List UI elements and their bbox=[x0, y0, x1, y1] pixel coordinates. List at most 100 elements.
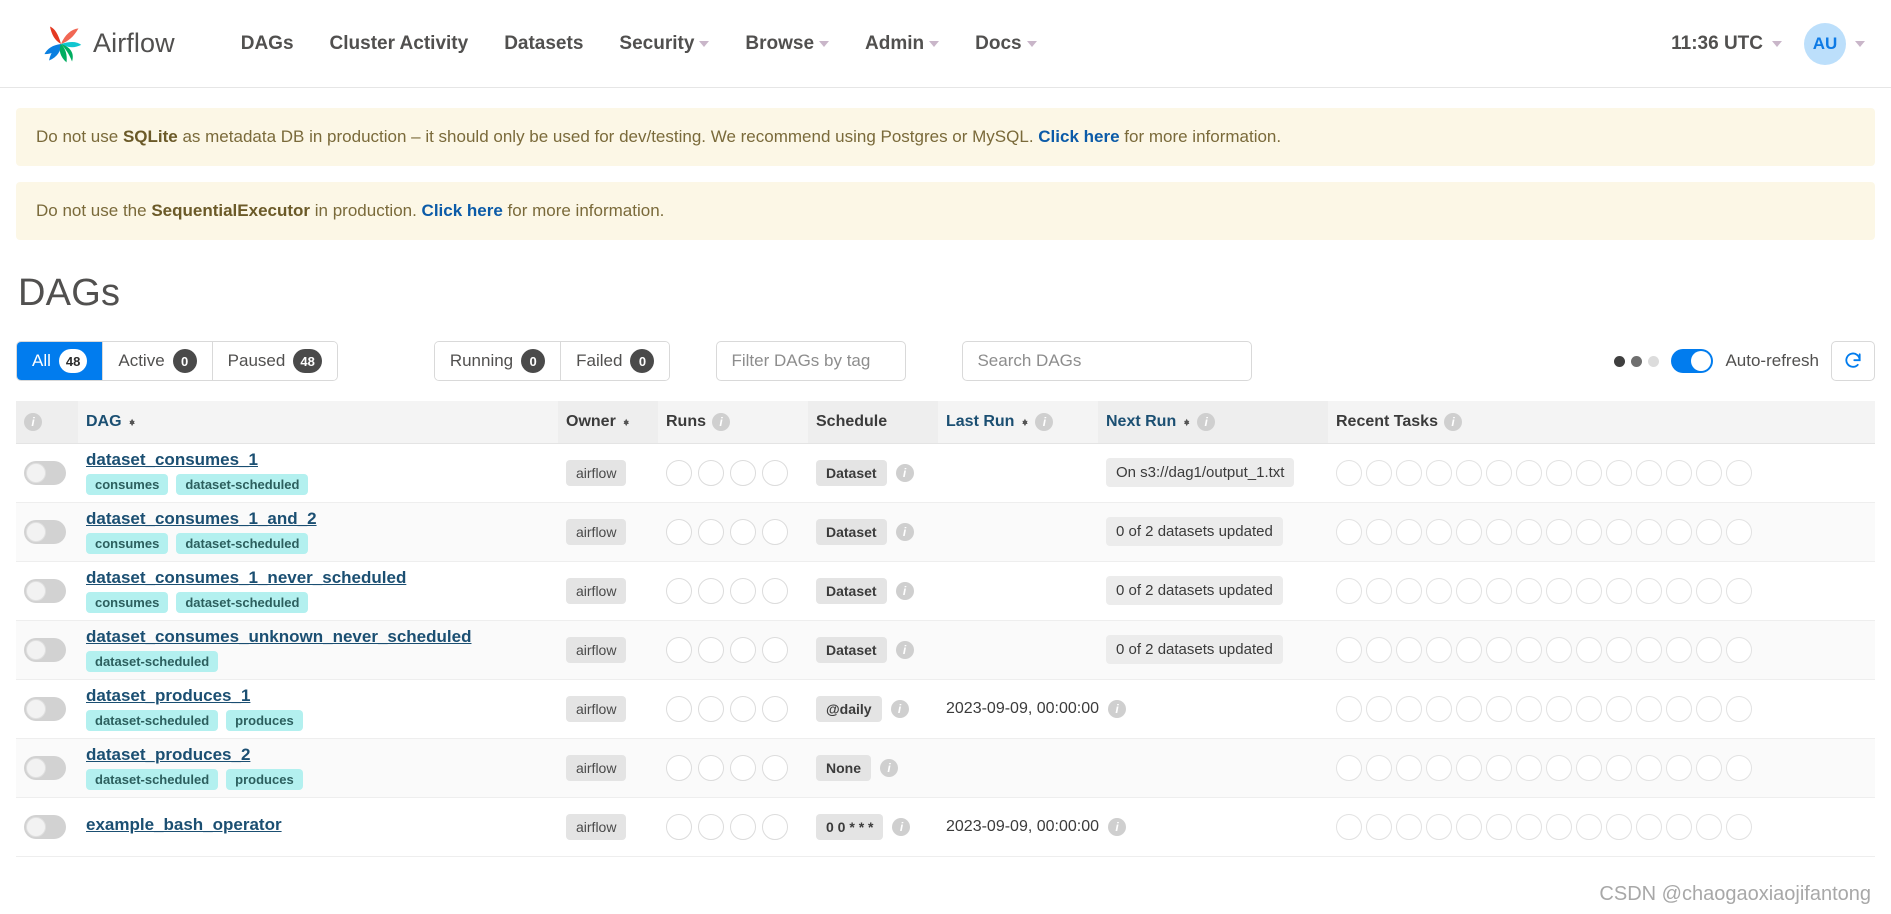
recent-task-circle[interactable] bbox=[1576, 754, 1602, 781]
filter-paused-button[interactable]: Paused 48 bbox=[212, 342, 337, 380]
recent-task-circle[interactable] bbox=[1606, 518, 1632, 545]
alert-link[interactable]: Click here bbox=[422, 201, 503, 220]
brand-home-link[interactable]: Airflow bbox=[38, 21, 175, 67]
dag-link[interactable]: dataset_consumes_1 bbox=[86, 450, 550, 470]
nav-item-admin[interactable]: Admin bbox=[847, 23, 957, 65]
recent-task-circle[interactable] bbox=[1456, 695, 1482, 722]
run-status-circle[interactable] bbox=[762, 695, 788, 722]
recent-task-circle[interactable] bbox=[1696, 577, 1722, 604]
recent-task-circle[interactable] bbox=[1336, 695, 1362, 722]
run-status-circle[interactable] bbox=[698, 577, 724, 604]
filter-all-button[interactable]: All 48 bbox=[17, 342, 104, 380]
dag-tag[interactable]: consumes bbox=[86, 592, 169, 613]
recent-task-circle[interactable] bbox=[1486, 459, 1512, 486]
recent-task-circle[interactable] bbox=[1666, 636, 1692, 663]
recent-task-circle[interactable] bbox=[1516, 577, 1542, 604]
col-dag[interactable]: DAG ▲ ▼ bbox=[78, 401, 558, 444]
run-status-circle[interactable] bbox=[730, 518, 756, 545]
run-status-circle[interactable] bbox=[698, 813, 724, 840]
recent-task-circle[interactable] bbox=[1726, 636, 1752, 663]
run-status-circle[interactable] bbox=[730, 459, 756, 486]
recent-task-circle[interactable] bbox=[1486, 813, 1512, 840]
run-status-circle[interactable] bbox=[762, 577, 788, 604]
sort-icon[interactable]: ▲ ▼ bbox=[128, 416, 137, 427]
run-status-circle[interactable] bbox=[730, 577, 756, 604]
recent-task-circle[interactable] bbox=[1726, 813, 1752, 840]
run-status-circle[interactable] bbox=[762, 813, 788, 840]
recent-task-circle[interactable] bbox=[1366, 754, 1392, 781]
run-status-circle[interactable] bbox=[666, 813, 692, 840]
recent-task-circle[interactable] bbox=[1576, 577, 1602, 604]
auto-refresh-toggle[interactable] bbox=[1671, 349, 1714, 373]
recent-task-circle[interactable] bbox=[1486, 636, 1512, 663]
dag-tag[interactable]: produces bbox=[226, 769, 303, 790]
recent-task-circle[interactable] bbox=[1636, 754, 1662, 781]
nav-item-datasets[interactable]: Datasets bbox=[486, 23, 601, 65]
recent-task-circle[interactable] bbox=[1336, 754, 1362, 781]
sort-icon[interactable]: ▲ ▼ bbox=[1020, 416, 1029, 427]
info-icon[interactable]: i bbox=[1108, 699, 1127, 718]
recent-task-circle[interactable] bbox=[1636, 577, 1662, 604]
dag-pause-toggle[interactable] bbox=[24, 696, 66, 721]
recent-task-circle[interactable] bbox=[1606, 695, 1632, 722]
recent-task-circle[interactable] bbox=[1636, 518, 1662, 545]
recent-task-circle[interactable] bbox=[1426, 577, 1452, 604]
recent-task-circle[interactable] bbox=[1336, 518, 1362, 545]
info-icon[interactable]: i bbox=[895, 463, 914, 482]
recent-task-circle[interactable] bbox=[1636, 813, 1662, 840]
recent-task-circle[interactable] bbox=[1606, 813, 1632, 840]
run-status-circle[interactable] bbox=[698, 636, 724, 663]
recent-task-circle[interactable] bbox=[1336, 577, 1362, 604]
recent-task-circle[interactable] bbox=[1516, 813, 1542, 840]
recent-task-circle[interactable] bbox=[1726, 754, 1752, 781]
recent-task-circle[interactable] bbox=[1366, 813, 1392, 840]
recent-task-circle[interactable] bbox=[1396, 754, 1422, 781]
dag-pause-toggle[interactable] bbox=[24, 637, 66, 662]
recent-task-circle[interactable] bbox=[1726, 577, 1752, 604]
recent-task-circle[interactable] bbox=[1606, 577, 1632, 604]
dag-pause-toggle[interactable] bbox=[24, 814, 66, 839]
owner-badge[interactable]: airflow bbox=[566, 754, 627, 781]
info-icon[interactable]: i bbox=[1035, 412, 1054, 431]
recent-task-circle[interactable] bbox=[1456, 459, 1482, 486]
info-icon[interactable]: i bbox=[712, 412, 730, 431]
run-status-circle[interactable] bbox=[762, 459, 788, 486]
recent-task-circle[interactable] bbox=[1696, 813, 1722, 840]
recent-task-circle[interactable] bbox=[1486, 577, 1512, 604]
recent-task-circle[interactable] bbox=[1576, 518, 1602, 545]
filter-running-button[interactable]: Running 0 bbox=[434, 342, 562, 380]
recent-task-circle[interactable] bbox=[1546, 695, 1572, 722]
recent-task-circle[interactable] bbox=[1426, 518, 1452, 545]
recent-task-circle[interactable] bbox=[1396, 636, 1422, 663]
recent-task-circle[interactable] bbox=[1456, 754, 1482, 781]
run-status-circle[interactable] bbox=[698, 754, 724, 781]
col-next-run[interactable]: Next Run ▲ ▼ i bbox=[1098, 401, 1328, 444]
dag-tag[interactable]: dataset-scheduled bbox=[86, 710, 219, 731]
dag-pause-toggle[interactable] bbox=[24, 519, 66, 544]
dag-pause-toggle[interactable] bbox=[24, 755, 66, 780]
info-icon[interactable]: i bbox=[890, 699, 909, 718]
run-status-circle[interactable] bbox=[730, 695, 756, 722]
info-icon[interactable]: i bbox=[1108, 817, 1127, 836]
recent-task-circle[interactable] bbox=[1486, 754, 1512, 781]
recent-task-circle[interactable] bbox=[1546, 636, 1572, 663]
recent-task-circle[interactable] bbox=[1546, 754, 1572, 781]
dag-pause-toggle[interactable] bbox=[24, 460, 66, 485]
info-icon[interactable]: i bbox=[895, 640, 914, 659]
recent-task-circle[interactable] bbox=[1696, 636, 1722, 663]
recent-task-circle[interactable] bbox=[1666, 518, 1692, 545]
recent-task-circle[interactable] bbox=[1696, 459, 1722, 486]
sort-icon[interactable]: ▲ ▼ bbox=[622, 416, 631, 427]
run-status-circle[interactable] bbox=[762, 754, 788, 781]
dag-tag[interactable]: dataset-scheduled bbox=[86, 769, 219, 790]
dag-tag[interactable]: produces bbox=[226, 710, 303, 731]
recent-task-circle[interactable] bbox=[1696, 754, 1722, 781]
recent-task-circle[interactable] bbox=[1726, 695, 1752, 722]
owner-badge[interactable]: airflow bbox=[566, 636, 627, 663]
recent-task-circle[interactable] bbox=[1606, 754, 1632, 781]
nav-item-dags[interactable]: DAGs bbox=[223, 23, 312, 65]
recent-task-circle[interactable] bbox=[1366, 636, 1392, 663]
recent-task-circle[interactable] bbox=[1576, 695, 1602, 722]
recent-task-circle[interactable] bbox=[1516, 459, 1542, 486]
tag-filter-input[interactable] bbox=[716, 341, 907, 381]
